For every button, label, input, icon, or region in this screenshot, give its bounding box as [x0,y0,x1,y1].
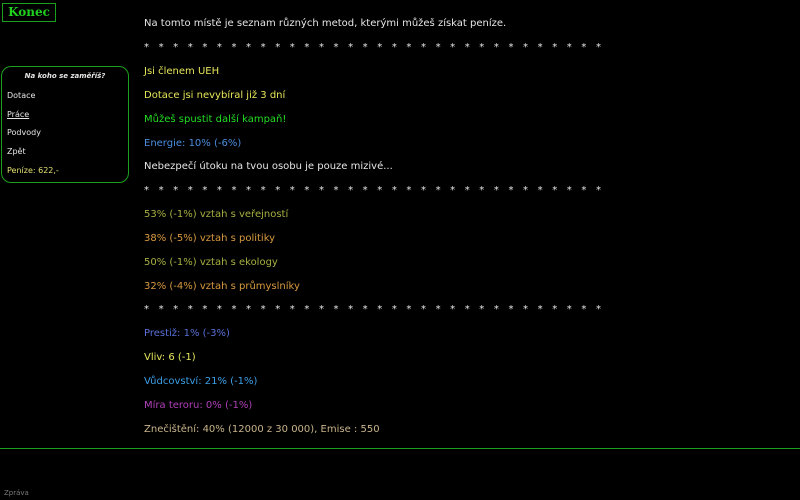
intro-text: Na tomto místě je seznam různých metod, … [144,18,507,29]
menu-item-prace[interactable]: Práce [7,110,29,119]
dotace-status: Dotace jsi nevybíral již 3 dní [144,90,286,101]
relation-politics: 38% (-5%) vztah s politiky [144,233,276,244]
relation-public: 53% (-1%) vztah s veřejností [144,209,289,220]
menu-item-podvody[interactable]: Podvody [7,128,41,137]
separator-stars: * * * * * * * * * * * * * * * * * * * * … [144,42,605,53]
konec-button[interactable]: Konec [2,3,56,22]
separator-stars: * * * * * * * * * * * * * * * * * * * * … [144,304,605,315]
terror-stat: Míra teroru: 0% (-1%) [144,400,253,411]
campaign-status: Můžeš spustit další kampaň! [144,114,287,125]
menu-item-dotace[interactable]: Dotace [7,91,35,100]
panel-title: Na koho se zaměříš? [24,72,106,80]
energy-stat: Energie: 10% (-6%) [144,138,242,149]
danger-status: Nebezpečí útoku na tvou osobu je pouze m… [144,161,393,172]
message-area: Zpráva [0,448,800,500]
leadership-stat: Vůdcovství: 21% (-1%) [144,376,258,387]
money-display: Peníze: 622,- [7,166,59,175]
menu-item-zpet[interactable]: Zpět [7,147,26,156]
message-label: Zpráva [4,489,29,497]
pollution-stat: Znečištění: 40% (12000 z 30 000), Emise … [144,424,380,435]
prestige-stat: Prestiž: 1% (-3%) [144,328,230,339]
separator-stars: * * * * * * * * * * * * * * * * * * * * … [144,185,605,196]
relation-industry: 32% (-4%) vztah s průmyslníky [144,281,300,292]
influence-stat: Vliv: 6 (-1) [144,352,196,363]
relation-ecologists: 50% (-1%) vztah s ekology [144,257,278,268]
member-status: Jsi členem UEH [144,66,220,77]
side-panel: Na koho se zaměříš? Dotace Práce Podvody… [1,66,129,183]
